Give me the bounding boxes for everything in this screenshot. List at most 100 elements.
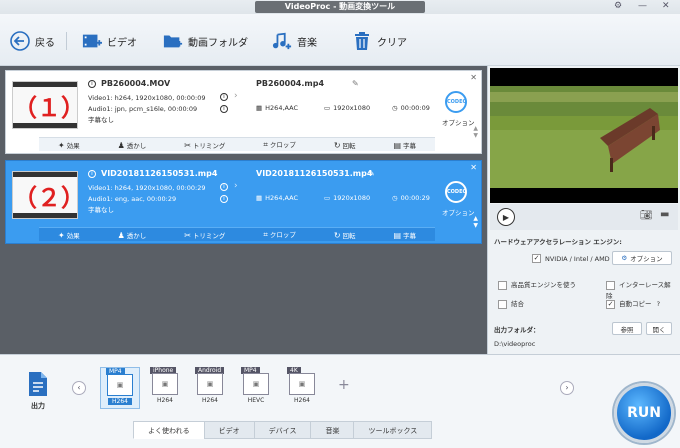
audio-info-icon[interactable]: i [220, 195, 228, 203]
magic-wand-icon: ✦ [57, 140, 65, 150]
add-music-button[interactable]: 音楽 [272, 28, 317, 54]
tab-toolbox[interactable]: ツールボックス [353, 421, 433, 439]
remove-task-button[interactable]: ✕ [470, 163, 477, 172]
format-iphone[interactable]: iPhone ▣ H264 [145, 367, 185, 409]
high-quality-checkbox[interactable] [498, 280, 507, 290]
hw-gpu-row[interactable]: ✓ NVIDIA / Intel / AMD [532, 254, 610, 263]
trash-icon [352, 31, 372, 51]
codec-option-icon[interactable]: CODEC [445, 181, 467, 203]
edit-pencil-icon[interactable]: ✎ [368, 169, 375, 178]
toolbar-divider [66, 32, 67, 50]
auto-copy-checkbox[interactable]: ✓ [606, 299, 615, 309]
resolution-icon: ▭ [324, 104, 331, 112]
task-card[interactable]: （１） i PB260004.MOV Video1: h264, 1920x10… [5, 70, 482, 154]
merge-row[interactable]: 結合 [498, 298, 524, 309]
trim-button[interactable]: ✂ トリミング [184, 140, 225, 150]
rotate-button[interactable]: ↻ 回転 [334, 140, 356, 150]
camera-icon[interactable]: 📷︎ [640, 210, 653, 221]
merge-checkbox[interactable] [498, 299, 507, 309]
reorder-arrows-icon[interactable]: ▲ ▼ [473, 215, 478, 229]
info-icon[interactable]: i [88, 80, 96, 88]
video-file-icon: ▣ [243, 373, 269, 395]
video-thumbnail[interactable]: （２） [12, 171, 78, 219]
video-file-icon: ▣ [152, 373, 178, 395]
format-codec: H264 [202, 397, 218, 404]
audio-info-icon[interactable]: i [220, 105, 228, 113]
deinterlace-checkbox[interactable] [606, 280, 615, 290]
trim-button[interactable]: ✂ トリミング [184, 230, 225, 240]
auto-copy-row[interactable]: ✓ 自動コピー ? [606, 298, 660, 309]
browse-button[interactable]: 参照 [612, 322, 642, 335]
effects-button[interactable]: ✦ 効果 [58, 140, 80, 150]
video-preview[interactable] [490, 68, 678, 203]
source-filename: PB260004.MOV [101, 79, 171, 88]
format-android[interactable]: Android ▣ H264 [190, 367, 230, 409]
codec-option-label[interactable]: オプション [442, 207, 475, 217]
play-icon: ▶ [502, 212, 510, 222]
tab-device[interactable]: デバイス [253, 421, 312, 439]
tab-music[interactable]: 音楽 [310, 421, 355, 439]
output-profile-button[interactable]: 出力 [24, 371, 52, 411]
codec-option-icon[interactable]: CODEC [445, 91, 467, 113]
subtitle-info: 字幕なし [88, 206, 114, 214]
crop-button[interactable]: ⌗ クロップ [263, 139, 296, 150]
video-thumbnail[interactable]: （１） [12, 81, 78, 129]
add-format-button[interactable]: + [338, 377, 350, 393]
format-mp4-h264[interactable]: MP4 ▣ H264 [100, 367, 140, 409]
output-filename: PB260004.mp4 [256, 79, 325, 88]
video-info-icon[interactable]: i [220, 183, 228, 191]
remove-task-button[interactable]: ✕ [470, 73, 477, 82]
resolution-icon: ▭ [324, 194, 331, 202]
close-button[interactable]: ✕ [662, 1, 670, 11]
output-codec: ▦ H264,AAC [256, 194, 299, 202]
folder-plus-icon [163, 31, 183, 51]
video-stream-info: Video1: h264, 1920x1080, 00:00:09 [88, 94, 206, 102]
subtitle-button[interactable]: ▤ 字幕 [393, 140, 416, 150]
task-card-selected[interactable]: （２） i VID20181126150531.mp4 Video1: h264… [5, 160, 482, 244]
minimize-button[interactable]: — [638, 1, 647, 11]
bottom-panel: 出力 ‹ MP4 ▣ H264 iPhone ▣ H264 Android ▣ … [0, 354, 680, 448]
add-folder-button[interactable]: 動画フォルダ [163, 28, 248, 54]
deinterlace-row[interactable]: インターレース解除 [606, 279, 676, 300]
video-stream-info: Video1: h264, 1920x1080, 00:00:29 [88, 184, 206, 192]
subtitle-button[interactable]: ▤ 字幕 [393, 230, 416, 240]
format-codec: H264 [157, 397, 173, 404]
hw-option-button[interactable]: ⚙ オプション [612, 251, 672, 265]
codec-option-label[interactable]: オプション [442, 117, 475, 127]
watermark-button[interactable]: ♟ 透かし [118, 140, 147, 150]
info-icon[interactable]: i [88, 170, 96, 178]
folder-icon[interactable]: ▬ [660, 209, 669, 220]
effects-button[interactable]: ✦ 効果 [58, 230, 80, 240]
play-button[interactable]: ▶ [497, 208, 515, 226]
add-video-label: ビデオ [107, 37, 137, 49]
video-info-icon[interactable]: i [220, 93, 228, 101]
gpu-checkbox[interactable]: ✓ [532, 254, 541, 263]
run-button[interactable]: RUN [614, 383, 674, 443]
rotate-button[interactable]: ↻ 回転 [334, 230, 356, 240]
back-button[interactable]: 戻る [10, 28, 55, 54]
task-list: （１） i PB260004.MOV Video1: h264, 1920x10… [0, 66, 487, 354]
help-icon[interactable]: ? [657, 300, 660, 308]
prev-arrow-button[interactable]: ‹ [72, 381, 86, 395]
watermark-button[interactable]: ♟ 透かし [118, 230, 147, 240]
high-quality-row[interactable]: 高品質エンジンを使う [498, 279, 576, 290]
subtitle-icon: ▤ [393, 230, 402, 240]
open-button[interactable]: 開く [646, 322, 672, 335]
clear-label: クリア [377, 37, 407, 49]
title-bar: VideoProc - 動画変換ツール ⚙ — ✕ [0, 0, 680, 14]
next-arrow-button[interactable]: › [560, 381, 574, 395]
reorder-arrows-icon[interactable]: ▲ ▼ [473, 125, 478, 139]
edit-pencil-icon[interactable]: ✎ [352, 79, 359, 88]
video-plus-icon [82, 31, 102, 51]
rotate-icon: ↻ [333, 230, 341, 240]
settings-icon[interactable]: ⚙ [614, 1, 622, 11]
crop-button[interactable]: ⌗ クロップ [263, 229, 296, 240]
preview-controls: ▶ 📷︎ ▬ [490, 204, 678, 230]
format-4k[interactable]: 4K ▣ H264 [282, 367, 322, 409]
audio-stream-info: Audio1: jpn, pcm_s16le, 00:00:09 [88, 105, 198, 113]
add-video-button[interactable]: ビデオ [82, 28, 137, 54]
tab-video[interactable]: ビデオ [203, 421, 255, 439]
clear-button[interactable]: クリア [352, 28, 407, 54]
format-mp4-hevc[interactable]: MP4 ▣ HEVC [236, 367, 276, 409]
tab-popular[interactable]: よく使われる [133, 421, 205, 439]
